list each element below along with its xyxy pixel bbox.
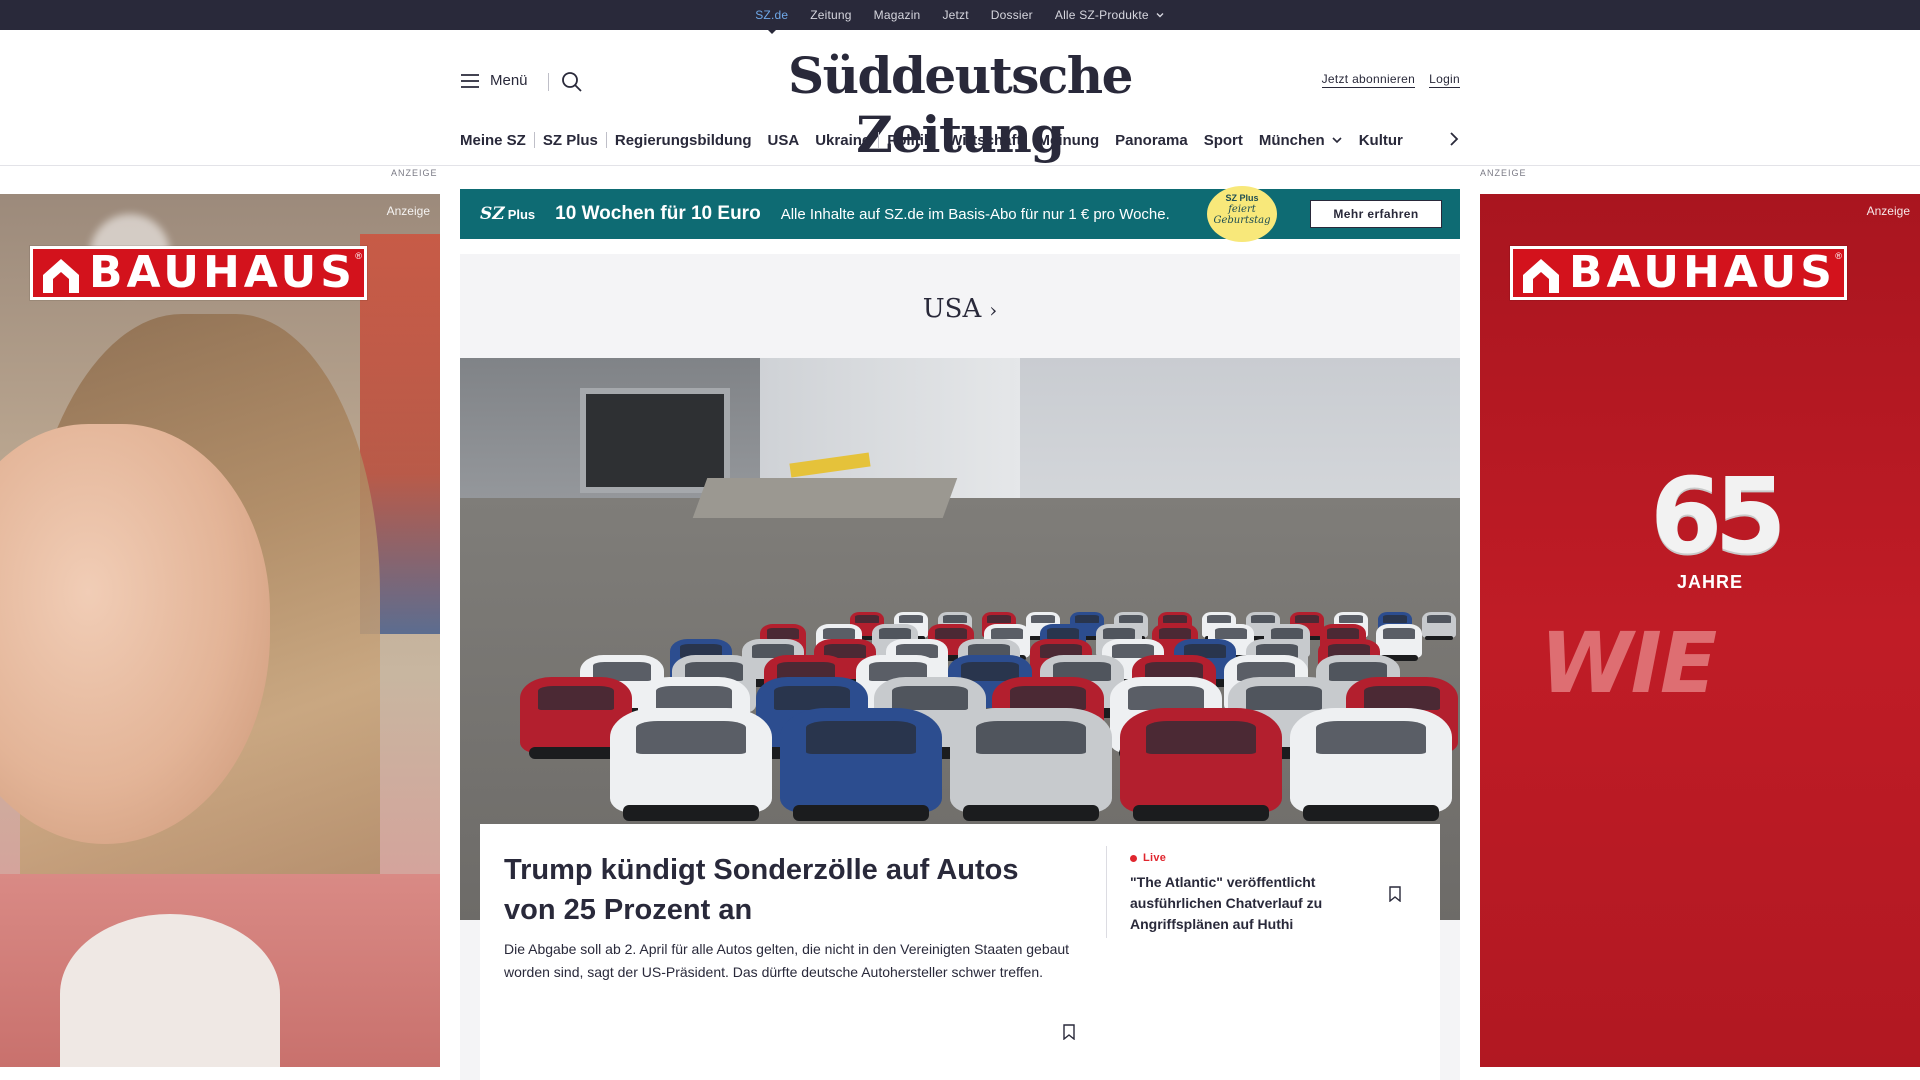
live-dot-icon bbox=[1130, 854, 1137, 862]
car-shape bbox=[1120, 708, 1282, 822]
product-link-sz-de[interactable]: SZ.de bbox=[755, 8, 788, 22]
account-links: Jetzt abonnieren Login bbox=[1321, 72, 1460, 88]
subscribe-link[interactable]: Jetzt abonnieren bbox=[1321, 72, 1416, 88]
sz-plus-description: Alle Inhalte auf SZ.de im Basis-Abo für … bbox=[780, 205, 1170, 223]
search-icon bbox=[562, 72, 582, 92]
nav-item-meine-sz[interactable]: Meine SZ bbox=[460, 132, 534, 149]
sz-plus-banner[interactable]: SZ Plus 10 Wochen für 10 Euro Alle Inhalt… bbox=[460, 186, 1460, 242]
menu-divider bbox=[548, 73, 549, 91]
car-shape bbox=[950, 708, 1112, 822]
ad-label-right: ANZEIGE bbox=[1480, 168, 1527, 178]
birthday-badge-brand: SZ Plus bbox=[1225, 193, 1259, 203]
car-shape bbox=[610, 708, 772, 822]
car-shape bbox=[1290, 708, 1452, 822]
ad-photo-tee bbox=[60, 914, 280, 1067]
more-info-button[interactable]: Mehr erfahren bbox=[1310, 200, 1442, 228]
product-link-jetzt[interactable]: Jetzt bbox=[942, 8, 968, 22]
search-button[interactable] bbox=[560, 70, 584, 94]
nav-item-usa[interactable]: USA bbox=[760, 132, 808, 149]
nav-item-panorama[interactable]: Panorama bbox=[1107, 132, 1196, 149]
car-shape bbox=[1376, 624, 1422, 661]
card-divider bbox=[1106, 846, 1107, 938]
product-link-magazin[interactable]: Magazin bbox=[874, 8, 921, 22]
product-link-zeitung[interactable]: Zeitung bbox=[810, 8, 851, 22]
registered-mark: ® bbox=[1835, 251, 1842, 261]
bauhaus-wordmark: BAUHAUS bbox=[89, 247, 356, 298]
chevron-down-icon bbox=[1332, 137, 1342, 144]
nav-item-wirtschaft[interactable]: Wirtschaft bbox=[940, 132, 1029, 149]
loading-ramp bbox=[692, 478, 958, 518]
nav-item-regierungsbildung[interactable]: Regierungsbildung bbox=[607, 132, 760, 149]
ship-superstructure bbox=[760, 358, 1020, 498]
sz-plus-logo-suffix: Plus bbox=[507, 207, 536, 222]
product-bar: SZ.de Zeitung Magazin Jetzt Dossier Alle… bbox=[0, 0, 1920, 30]
bauhaus-logo: BAUHAUS ® bbox=[1510, 246, 1847, 300]
nav-item-muenchen-label: München bbox=[1258, 131, 1325, 149]
sz-plus-offer: 10 Wochen für 10 Euro bbox=[555, 203, 761, 224]
nav-divider bbox=[0, 165, 1920, 166]
hamburger-icon bbox=[461, 73, 479, 88]
section-title-label: USA bbox=[922, 294, 982, 324]
article-card: Trump kündigt Sonderzölle auf Autos von … bbox=[480, 824, 1440, 1080]
product-dropdown-all[interactable]: Alle SZ-Produkte bbox=[1055, 8, 1165, 22]
bookmark-icon[interactable] bbox=[1062, 1024, 1076, 1040]
ad-skyscraper-left[interactable]: Anzeige BAUHAUS ® bbox=[0, 194, 440, 1067]
article-teaser: Die Abgabe soll ab 2. April für alle Aut… bbox=[504, 941, 1070, 980]
car-shape bbox=[780, 708, 942, 822]
nav-scroll-right-icon[interactable] bbox=[1448, 130, 1460, 148]
ad-skyscraper-right[interactable]: Anzeige BAUHAUS ® 65 JAHRE WIE bbox=[1480, 194, 1920, 1067]
car-shape bbox=[1422, 612, 1456, 641]
nav-item-kultur[interactable]: Kultur bbox=[1351, 132, 1411, 149]
bookmark-icon[interactable] bbox=[1388, 886, 1402, 902]
anniversary-number: 65 bbox=[1650, 455, 1787, 577]
anniversary-badge: 65 JAHRE bbox=[1650, 455, 1787, 593]
nav-item-politik[interactable]: Politik bbox=[879, 132, 940, 149]
bauhaus-logo: BAUHAUS ® bbox=[30, 246, 367, 300]
masthead: Menü Süddeutsche Zeitung Jetzt abonniere… bbox=[0, 30, 1920, 164]
ad-label-left: ANZEIGE bbox=[391, 168, 438, 178]
side-article-title[interactable]: "The Atlantic" veröffentlicht ausführlic… bbox=[1130, 872, 1360, 935]
ad-slogan: WIE bbox=[1540, 614, 1717, 712]
chevron-right-icon: › bbox=[989, 298, 998, 322]
ad-tag: Anzeige bbox=[386, 204, 430, 218]
section-title[interactable]: USA › bbox=[460, 294, 1460, 324]
nav-item-muenchen[interactable]: München bbox=[1251, 132, 1351, 149]
section-nav: Meine SZ SZ Plus Regierungsbildung USA U… bbox=[460, 128, 1460, 152]
menu-label: Menü bbox=[490, 72, 528, 89]
live-label: Live bbox=[1143, 852, 1167, 864]
nav-item-ukraine[interactable]: Ukraine bbox=[807, 132, 878, 149]
menu-button[interactable]: Menü bbox=[460, 72, 528, 89]
house-icon bbox=[43, 259, 79, 293]
nav-item-sport[interactable]: Sport bbox=[1196, 132, 1251, 149]
sz-plus-logo: SZ Plus bbox=[480, 204, 535, 224]
nav-item-meinung[interactable]: Meinung bbox=[1029, 132, 1107, 149]
nav-item-sz-plus[interactable]: SZ Plus bbox=[535, 132, 606, 149]
birthday-badge: SZ Plus feiert Geburtstag bbox=[1207, 186, 1277, 242]
product-dropdown-label: Alle SZ-Produkte bbox=[1054, 8, 1149, 22]
live-badge: Live bbox=[1130, 852, 1166, 864]
product-link-dossier[interactable]: Dossier bbox=[991, 8, 1033, 22]
house-icon bbox=[1523, 259, 1559, 293]
chevron-down-icon bbox=[1156, 13, 1164, 18]
registered-mark: ® bbox=[355, 251, 362, 261]
sz-plus-logo-mark: SZ bbox=[480, 204, 505, 224]
bauhaus-wordmark: BAUHAUS bbox=[1569, 247, 1836, 298]
usa-section: USA › Trump kündigt Sonderzölle auf Autos… bbox=[460, 254, 1460, 1080]
ad-tag: Anzeige bbox=[1866, 204, 1910, 218]
birthday-badge-text: feiert Geburtstag bbox=[1213, 203, 1271, 226]
login-link[interactable]: Login bbox=[1429, 72, 1460, 88]
article-headline[interactable]: Trump kündigt Sonderzölle auf Autos von … bbox=[504, 850, 1064, 930]
